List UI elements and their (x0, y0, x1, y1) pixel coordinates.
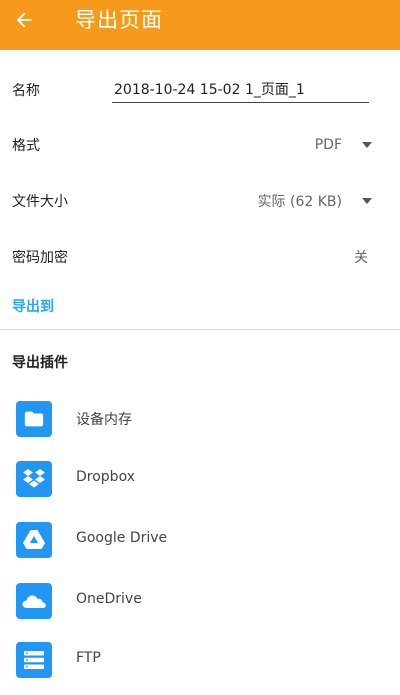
plugin-item-dropbox[interactable]: Dropbox (0, 456, 400, 506)
dropbox-icon (16, 461, 52, 497)
plugin-item-device-storage[interactable]: 设备内存 (0, 396, 400, 446)
password-row: 密码加密 关 (0, 237, 400, 277)
file-size-label: 文件大小 (12, 194, 68, 210)
format-row: 格式 PDF (0, 125, 400, 165)
divider (0, 329, 400, 330)
password-toggle[interactable]: 关 (354, 247, 368, 267)
name-input[interactable] (112, 78, 369, 103)
google-drive-icon (16, 522, 52, 558)
plugin-item-ftp[interactable]: FTP (0, 637, 400, 687)
plugin-label: OneDrive (76, 591, 142, 607)
plugin-item-google-drive[interactable]: Google Drive (0, 517, 400, 567)
folder-icon (16, 401, 52, 437)
plugin-label: FTP (76, 650, 101, 666)
plugin-label: Dropbox (76, 469, 135, 485)
dropdown-arrow-icon (362, 198, 372, 204)
format-label: 格式 (12, 138, 40, 154)
name-row: 名称 (0, 70, 400, 110)
page-title: 导出页面 (75, 8, 163, 32)
name-label: 名称 (12, 83, 40, 99)
format-select[interactable]: PDF (315, 125, 372, 165)
plugins-section-title: 导出插件 (12, 355, 68, 371)
password-label: 密码加密 (12, 250, 68, 266)
arrow-left-icon (16, 12, 32, 28)
file-size-row: 文件大小 实际 (62 KB) (0, 181, 400, 221)
app-bar: 导出页面 (0, 0, 400, 50)
plugin-label: 设备内存 (76, 412, 132, 428)
onedrive-icon (16, 583, 52, 619)
plugin-item-onedrive[interactable]: OneDrive (0, 578, 400, 628)
back-button[interactable] (4, 0, 44, 40)
file-size-value: 实际 (62 KB) (257, 194, 342, 210)
format-value: PDF (314, 137, 342, 153)
plugin-label: Google Drive (76, 530, 168, 546)
export-to-link[interactable]: 导出到 (12, 296, 54, 316)
file-size-select[interactable]: 实际 (62 KB) (258, 181, 372, 221)
dropdown-arrow-icon (362, 142, 372, 148)
ftp-icon (16, 642, 52, 678)
